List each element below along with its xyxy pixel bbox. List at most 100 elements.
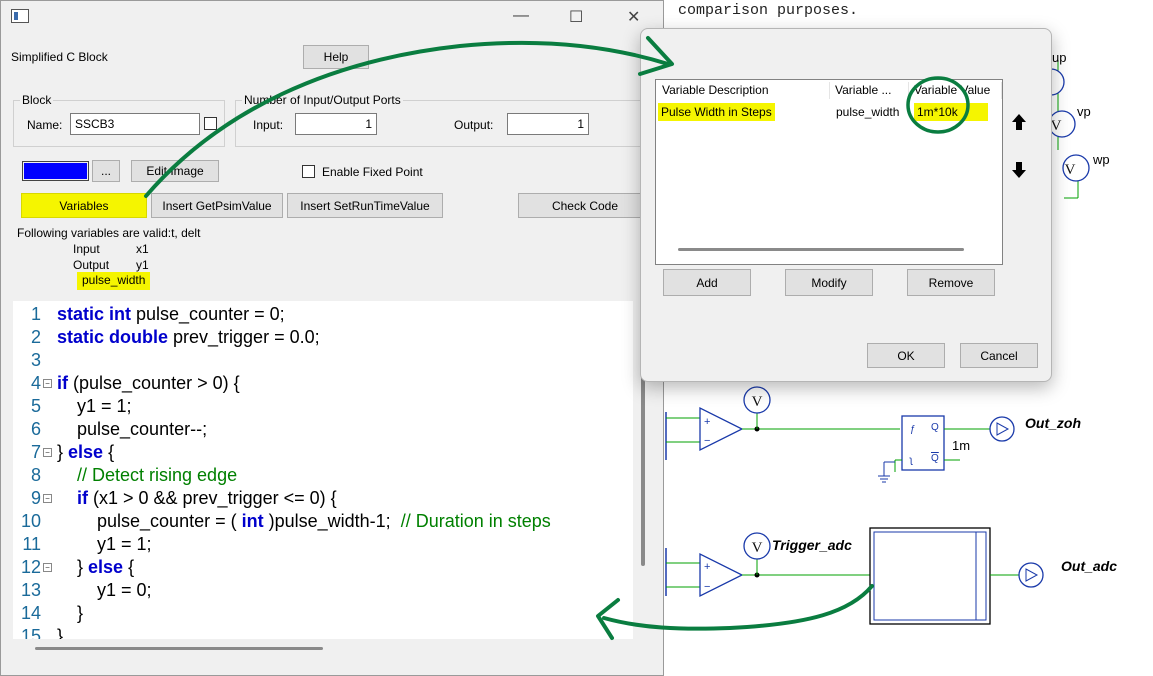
code-text: { (108, 442, 115, 462)
output-ports-field[interactable]: 1 (507, 113, 589, 135)
enable-fixed-point-checkbox[interactable] (302, 165, 315, 178)
line-number: 8 (30, 465, 41, 485)
line-number: 15 (20, 626, 41, 639)
add-button[interactable]: Add (663, 269, 751, 296)
list-horizontal-scrollbar[interactable] (678, 248, 964, 251)
code-line[interactable]: y1 = 1; (57, 395, 132, 418)
name-checkbox[interactable] (204, 117, 217, 130)
svg-text:V: V (752, 394, 763, 410)
code-horizontal-scrollbar[interactable] (35, 647, 323, 650)
cell-value: 1m*10k (914, 103, 988, 121)
code-text: } (57, 442, 69, 462)
code-text: } (57, 603, 84, 623)
line-number: 3 (30, 350, 41, 370)
line-number: 4 (30, 373, 41, 393)
code-text: (pulse_counter > 0) { (73, 373, 240, 393)
code-line[interactable]: static double prev_trigger = 0.0; (57, 326, 320, 349)
remove-button[interactable]: Remove (907, 269, 995, 296)
code-text: pulse_counter = ( (57, 511, 237, 531)
parameter-variable: pulse_width (77, 272, 151, 290)
svg-text:V: V (1051, 118, 1062, 134)
code-keyword: if (57, 488, 93, 508)
minimize-icon[interactable]: — (513, 7, 529, 25)
svg-text:+: + (704, 561, 710, 573)
input-ports-field[interactable]: 1 (295, 113, 377, 135)
code-text: pulse_counter--; (57, 419, 208, 439)
line-number: 6 (30, 419, 41, 439)
cancel-button[interactable]: Cancel (960, 343, 1038, 368)
code-keyword: if (57, 373, 73, 393)
probe-label-wp: wp (1093, 152, 1110, 167)
code-line[interactable]: if (pulse_counter > 0) { (57, 372, 240, 395)
move-down-button[interactable] (1011, 161, 1027, 182)
svg-text:−: − (704, 581, 710, 593)
color-picker-button[interactable]: ... (92, 160, 120, 182)
column-header-name[interactable]: Variable ... (831, 82, 909, 99)
line-number: 13 (20, 580, 41, 600)
app-icon (11, 9, 29, 23)
probe-label-trigger: Trigger_adc (772, 537, 852, 553)
code-line[interactable]: } (57, 602, 83, 625)
code-line[interactable]: y1 = 0; (57, 579, 152, 602)
variables-button[interactable]: Variables (21, 193, 147, 218)
code-line[interactable]: pulse_counter = ( int )pulse_width-1; //… (57, 510, 551, 533)
check-code-button[interactable]: Check Code (518, 193, 652, 218)
code-line[interactable]: y1 = 1; (57, 533, 152, 556)
code-editor[interactable]: 1 static int pulse_counter = 0; 2 static do… (13, 301, 633, 639)
code-line[interactable]: static int pulse_counter = 0; (57, 303, 285, 326)
code-text: y1 = 1; (57, 396, 132, 416)
code-keyword: static double (57, 327, 174, 347)
output-row-label: Output (73, 258, 110, 272)
line-number: 10 (20, 511, 41, 531)
column-header-description[interactable]: Variable Description (658, 82, 830, 99)
block-name-input[interactable]: SSCB3 (70, 113, 200, 135)
line-number: 7 (30, 442, 41, 462)
probe-label-vp: vp (1077, 104, 1091, 119)
fold-toggle-icon[interactable]: − (43, 494, 52, 503)
input-row-label: Input (73, 242, 100, 256)
help-button[interactable]: Help (303, 45, 369, 69)
code-text: y1 = 0; (57, 580, 152, 600)
maximize-icon[interactable]: ☐ (569, 7, 583, 27)
close-icon[interactable]: ✕ (627, 7, 640, 27)
input-ports-label: Input: (253, 118, 284, 132)
column-header-value[interactable]: Variable Value (910, 82, 1002, 99)
cell-description: Pulse Width in Steps (658, 103, 775, 121)
input-row-value: x1 (136, 242, 149, 256)
code-text: pulse_counter = 0; (136, 304, 285, 324)
table-row[interactable]: Pulse Width in Steps pulse_width 1m*10k (657, 102, 1001, 122)
cell-name: pulse_width (836, 105, 900, 119)
code-line[interactable]: if (x1 > 0 && prev_trigger <= 0) { (57, 487, 337, 510)
svg-text:ƒ: ƒ (910, 424, 916, 435)
variables-list[interactable]: Variable Description Variable ... Variab… (655, 79, 1003, 265)
color-swatch[interactable] (22, 161, 89, 181)
output-label-adc: Out_adc (1061, 558, 1118, 574)
code-comment: // Duration in steps (400, 511, 551, 531)
svg-text:V: V (1065, 162, 1076, 178)
ff-q-pin: Q (931, 422, 939, 433)
code-text: } (57, 557, 89, 577)
insert-setruntimevalue-button[interactable]: Insert SetRunTimeValue (287, 193, 443, 218)
edit-image-button[interactable]: Edit Image (131, 160, 219, 182)
ok-button[interactable]: OK (867, 343, 945, 368)
fold-toggle-icon[interactable]: − (43, 563, 52, 572)
code-text: y1 = 1; (57, 534, 152, 554)
fold-toggle-icon[interactable]: − (43, 379, 52, 388)
code-text: prev_trigger = 0.0; (173, 327, 320, 347)
insert-getpsimvalue-button[interactable]: Insert GetPsimValue (151, 193, 283, 218)
line-number: 12 (20, 557, 41, 577)
code-line[interactable]: pulse_counter--; (57, 418, 207, 441)
code-line[interactable]: } else { (57, 441, 114, 464)
modify-button[interactable]: Modify (785, 269, 873, 296)
code-line[interactable]: } else { (57, 556, 134, 579)
ports-group-title: Number of Input/Output Ports (242, 93, 403, 107)
code-line[interactable]: // Detect rising edge (57, 464, 237, 487)
ff-qbar-pin: Q (931, 453, 939, 464)
code-keyword: else (68, 442, 109, 462)
block-group-title: Block (20, 93, 54, 107)
output-row-value: y1 (136, 258, 149, 272)
variables-dialog: Variable Description Variable ... Variab… (640, 28, 1052, 382)
move-up-button[interactable] (1011, 113, 1027, 134)
code-line[interactable]: } (57, 625, 63, 639)
fold-toggle-icon[interactable]: − (43, 448, 52, 457)
